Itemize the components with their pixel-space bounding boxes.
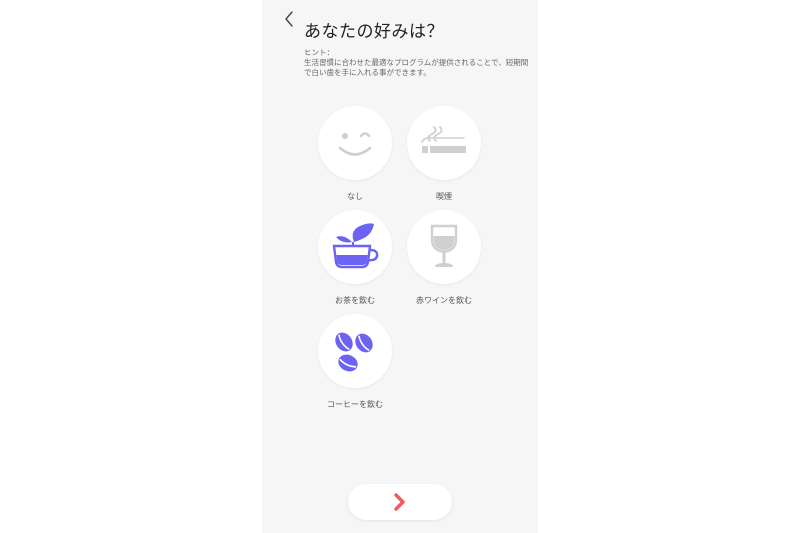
option-circle bbox=[318, 106, 392, 180]
option-circle bbox=[318, 210, 392, 284]
option-circle bbox=[318, 314, 392, 388]
option-red-wine[interactable]: 赤ワインを飲む bbox=[399, 210, 489, 306]
hint-text: 生活習慣に合わせた最適なプログラムが提供されることで、短期間で白い歯を手に入れる… bbox=[304, 58, 529, 77]
option-label: なし bbox=[347, 192, 363, 201]
hint-label: ヒント： bbox=[304, 48, 334, 57]
option-tea[interactable]: お茶を飲む bbox=[310, 210, 400, 306]
option-label: お茶を飲む bbox=[335, 296, 375, 305]
option-smoking[interactable]: 喫煙 bbox=[399, 106, 489, 202]
page-title: あなたの好みは？ bbox=[304, 22, 444, 42]
wine-glass-icon bbox=[430, 224, 458, 267]
chevron-left-icon bbox=[285, 11, 293, 27]
next-button[interactable] bbox=[348, 484, 452, 520]
option-label: 喫煙 bbox=[436, 192, 452, 201]
smile-wink-icon bbox=[338, 132, 372, 156]
option-label: コーヒーを飲む bbox=[327, 400, 383, 409]
cigarette-icon bbox=[421, 126, 466, 153]
option-label: 赤ワインを飲む bbox=[416, 296, 472, 305]
option-circle bbox=[407, 210, 481, 284]
option-circle bbox=[407, 106, 481, 180]
coffee-beans-icon bbox=[335, 332, 373, 372]
option-none[interactable]: なし bbox=[310, 106, 400, 202]
screen: あなたの好みは？ ヒント： 生活習慣に合わせた最適なプログラムが提供されることで… bbox=[262, 0, 538, 533]
back-button[interactable] bbox=[280, 10, 300, 30]
chevron-right-icon bbox=[394, 493, 405, 511]
tea-cup-icon bbox=[332, 223, 379, 269]
option-coffee[interactable]: コーヒーを飲む bbox=[310, 314, 400, 410]
